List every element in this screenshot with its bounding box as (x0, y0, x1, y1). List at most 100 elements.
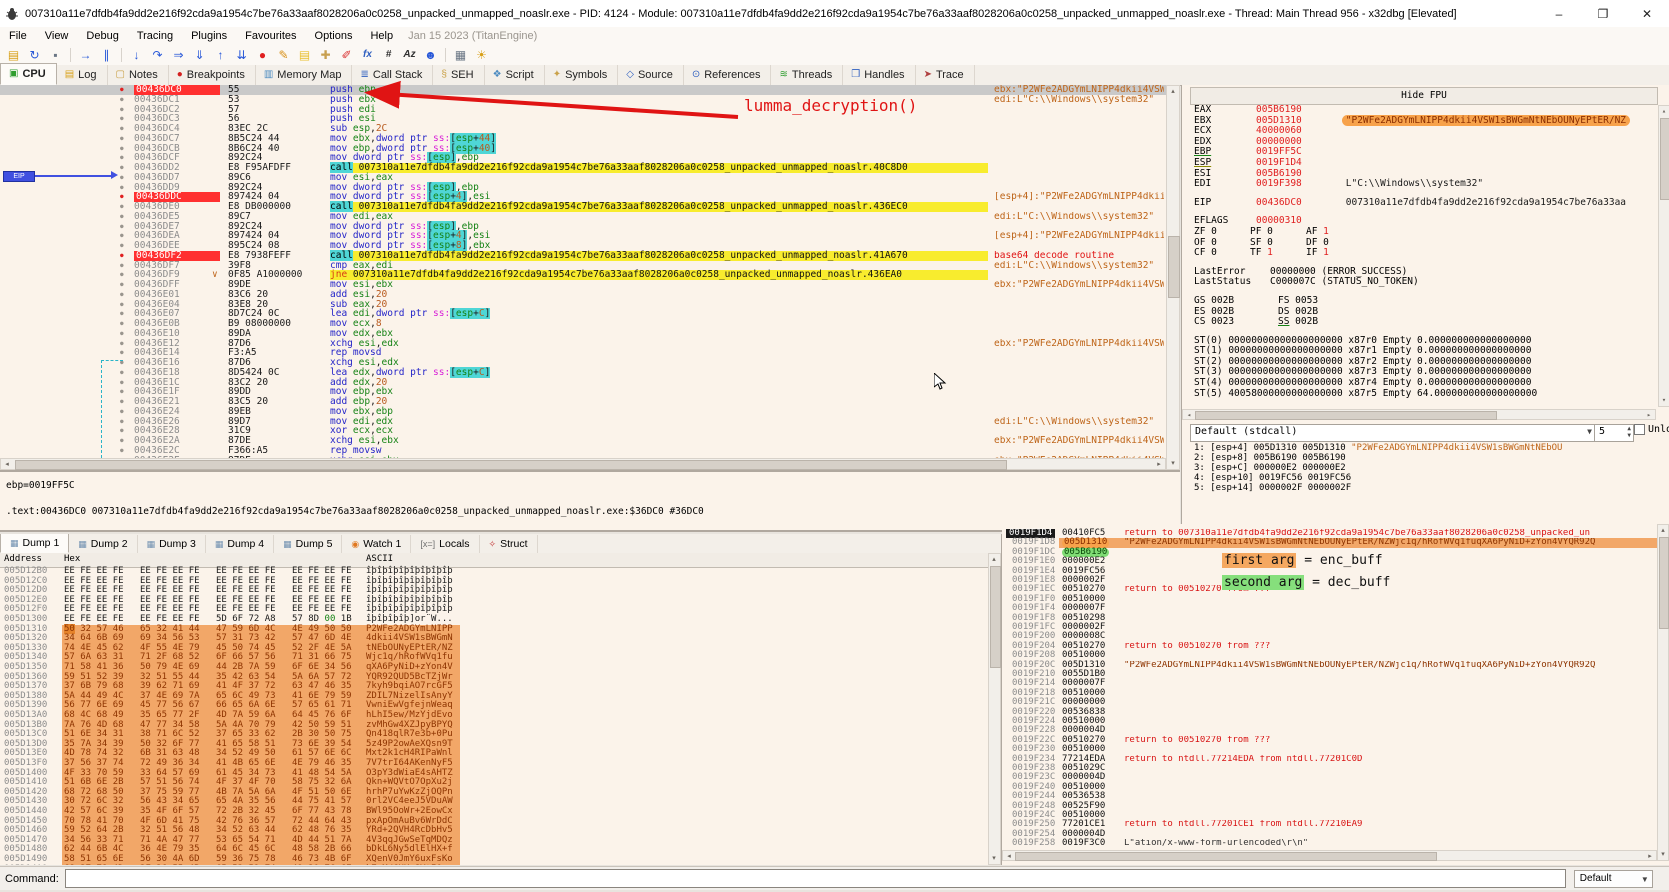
tab-struct[interactable]: ✧Struct (480, 535, 538, 553)
tab-dump4[interactable]: ▦Dump 4 (206, 535, 274, 553)
tab-threads[interactable]: ≋Threads (771, 65, 843, 85)
menu-tracing[interactable]: Tracing (128, 29, 182, 43)
disasm-instruction[interactable]: mov esi,ebx (330, 280, 988, 290)
registers-pane[interactable]: Hide FPU EAX005B6190EBX005D1310"P2WFe2AD… (1181, 85, 1669, 524)
breakpoint-dot[interactable]: ● (120, 329, 124, 339)
disasm-comment[interactable]: edi:L"C:\\Windows\\system32" (994, 212, 1164, 222)
disasm-instruction[interactable]: call 007310a11e7dfdb4fa9dd2e216f92cda9a1… (330, 202, 988, 212)
breakpoint-dot[interactable]: ● (120, 387, 124, 397)
disasm-instruction[interactable]: rep movsd (330, 348, 988, 358)
disasm-horizontal-scrollbar[interactable]: ◂ ▸ (0, 458, 1166, 470)
breakpoint-dot[interactable]: ● (120, 163, 124, 173)
calling-convention-select[interactable]: Default (stdcall)▼ (1190, 424, 1596, 442)
breakpoint-dot[interactable]: ● (120, 426, 124, 436)
breakpoint-dot[interactable]: ● (120, 124, 124, 134)
disasm-comment[interactable]: ebx:"P2WFe2ADGYmLNIPP4dkii4VSW1sBWGmN (994, 85, 1164, 95)
menu-view[interactable]: View (36, 29, 78, 43)
tab-seh[interactable]: §SEH (433, 65, 484, 85)
breakpoint-dot[interactable]: ● (120, 183, 124, 193)
stack-address[interactable]: 0019F258 (1012, 839, 1055, 848)
breakpoint-dot[interactable]: ● (120, 114, 124, 124)
open-file-icon[interactable]: ▤ (4, 46, 23, 64)
disasm-instruction[interactable]: push esi (330, 114, 988, 124)
breakpoint-lights-icon[interactable]: ● (253, 46, 272, 64)
tab-trace[interactable]: ➤Trace (916, 65, 975, 85)
last-status[interactable]: LastStatusC000007C (STATUS_NO_TOKEN) (1194, 277, 1656, 288)
command-input[interactable] (65, 869, 1566, 888)
tab-handles[interactable]: ❒Handles (843, 65, 915, 85)
breakpoint-dot[interactable]: ● (120, 436, 124, 446)
patch-icon[interactable]: ✚ (316, 46, 335, 64)
breakpoint-dot[interactable]: ● (120, 95, 124, 105)
breakpoint-dot[interactable]: ● (120, 222, 124, 232)
segment-row[interactable]: ES 002BDS 002B (1194, 307, 1656, 318)
register-eip[interactable]: EIP00436DC0007310a11e7dfdb4fa9dd2e216f92… (1194, 198, 1656, 209)
stack-value[interactable]: 0019F3C0 (1062, 839, 1105, 848)
disasm-comment[interactable]: [esp+4]:"P2WFe2ADGYmLNIPP4dkii4VSW1sB (994, 231, 1164, 241)
disasm-comment[interactable]: edi:L"C:\\Windows\\system32" (994, 417, 1164, 427)
restart-icon[interactable]: ↻ (25, 46, 44, 64)
st-register[interactable]: ST(5) 40058000000000000000 x87r5 Empty 6… (1194, 389, 1656, 400)
step-out-icon[interactable]: ↑ (211, 46, 230, 64)
breakpoint-dot[interactable]: ● (120, 290, 124, 300)
disasm-instruction[interactable]: add edx,20 (330, 378, 988, 388)
breakpoint-dot[interactable]: ● (120, 241, 124, 251)
disasm-comment[interactable]: base64 decode routine (994, 251, 1164, 261)
disasm-instruction[interactable]: xchg esi,ebx (330, 436, 988, 446)
tab-references[interactable]: ⊙References (684, 65, 772, 85)
close-debuggee-icon[interactable]: ▪ (46, 46, 65, 64)
tab-dump3[interactable]: ▦Dump 3 (138, 535, 206, 553)
close-button[interactable]: ✕ (1625, 1, 1669, 27)
tab-log[interactable]: ▤Log (57, 65, 108, 85)
disasm-instruction[interactable]: mov ebx,ebp (330, 407, 988, 417)
tab-notes[interactable]: ▢Notes (108, 65, 169, 85)
hash-icon[interactable]: # (379, 46, 398, 64)
disasm-instruction[interactable]: xchg esi,edx (330, 339, 988, 349)
breakpoint-dot[interactable]: ● (120, 300, 124, 310)
breakpoint-dot[interactable]: ● (120, 231, 124, 241)
breakpoint-dot[interactable]: ● (120, 270, 124, 280)
call-argument[interactable]: 3: [esp+C] 000000E2 000000E2 (1194, 463, 1664, 473)
call-argument[interactable]: 1: [esp+4] 005D1310 005D1310 "P2WFe2ADGY… (1194, 443, 1664, 453)
segment-row[interactable]: GS 002BFS 0053 (1194, 296, 1656, 307)
breakpoint-dot[interactable]: ● (120, 348, 124, 358)
tab-watch1[interactable]: ◉Watch 1 (342, 535, 411, 553)
disasm-instruction[interactable]: rep movsw (330, 446, 988, 456)
highlight-fx-icon[interactable]: fx (358, 46, 377, 64)
disasm-instruction[interactable]: lea edi,dword ptr ss:[esp+C] (330, 309, 988, 319)
disasm-instruction[interactable]: mov edi,edx (330, 417, 988, 427)
disasm-instruction[interactable]: mov ecx,8 (330, 319, 988, 329)
assemble-pencil-icon[interactable]: ✎ (274, 46, 293, 64)
unlocked-checkbox[interactable]: Unlocked (1634, 424, 1669, 435)
menu-help[interactable]: Help (361, 29, 402, 43)
breakpoint-dot[interactable]: ● (120, 446, 124, 456)
stack-vertical-scrollbar[interactable]: ▴ ▾ (1657, 524, 1669, 861)
flags-row[interactable]: CF 0TF 1IF 1 (1194, 248, 1656, 259)
tab-dump2[interactable]: ▦Dump 2 (69, 535, 137, 553)
breakpoint-dot[interactable]: ● (120, 417, 124, 427)
trace-into-icon[interactable]: ⇊ (232, 46, 251, 64)
disasm-instruction[interactable]: call 007310a11e7dfdb4fa9dd2e216f92cda9a1… (330, 251, 988, 261)
tab-locals[interactable]: [x=]Locals (411, 535, 479, 553)
call-argument[interactable]: 4: [esp+10] 0019FC56 0019FC56 (1194, 473, 1664, 483)
call-argument[interactable]: 2: [esp+8] 005B6190 005B6190 (1194, 453, 1664, 463)
disasm-instruction[interactable]: jne 007310a11e7dfdb4fa9dd2e216f92cda9a19… (330, 270, 988, 280)
segment-row[interactable]: CS 0023SS 002B (1194, 317, 1656, 328)
breakpoint-dot[interactable]: ● (120, 85, 124, 95)
run-icon[interactable]: → (76, 46, 95, 64)
tab-dump5[interactable]: ▦Dump 5 (274, 535, 342, 553)
disasm-instruction[interactable]: add ebp,20 (330, 397, 988, 407)
minimize-button[interactable]: – (1537, 1, 1581, 27)
tab-script[interactable]: ❖Script (485, 65, 545, 85)
step-into-icon[interactable]: ↓ (127, 46, 146, 64)
disasm-comment[interactable]: edi:L"C:\\Windows\\system32" (994, 261, 1164, 271)
dump-pane[interactable]: ▦Dump 1▦Dump 2▦Dump 3▦Dump 4▦Dump 5◉Watc… (0, 534, 1002, 865)
breakpoint-dot[interactable]: ● (120, 368, 124, 378)
tab-memory-map[interactable]: ▥Memory Map (256, 65, 353, 85)
execute-till-return-icon[interactable]: ⇒ (169, 46, 188, 64)
tab-call-stack[interactable]: ≣Call Stack (352, 65, 433, 85)
last-error[interactable]: LastError00000000 (ERROR_SUCCESS) (1194, 267, 1656, 278)
favourites-marker-icon[interactable]: ✐ (337, 46, 356, 64)
disassembly-pane[interactable]: ●00436DC055push ebpebx:"P2WFe2ADGYmLNIPP… (0, 85, 1167, 458)
call-argument[interactable]: 5: [esp+14] 0000002F 0000002F (1194, 483, 1664, 493)
